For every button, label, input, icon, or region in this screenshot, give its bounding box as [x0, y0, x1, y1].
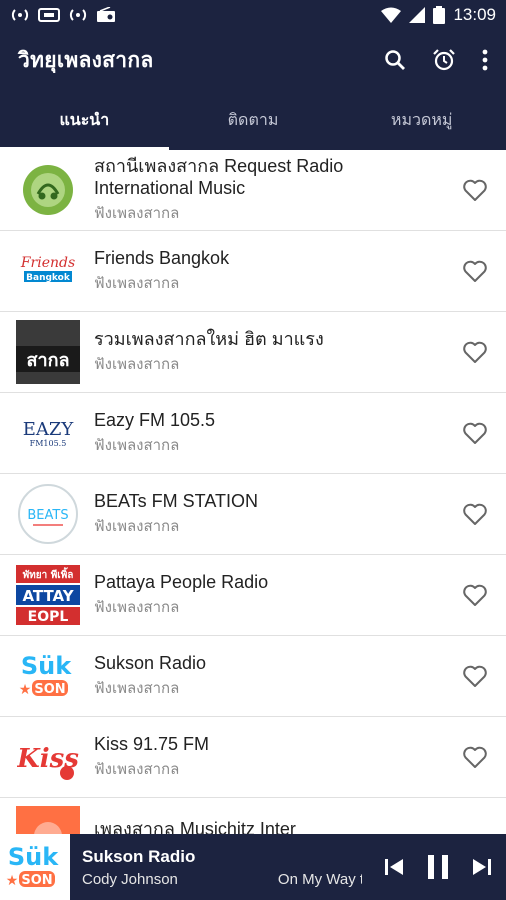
wifi-icon — [381, 7, 402, 23]
radio-device-icon — [97, 7, 115, 22]
player-artwork: Sük SON ★ — [0, 834, 70, 900]
svg-text:สากล: สากล — [26, 350, 69, 371]
station-row[interactable]: สถานีเพลงสากล Request Radio Internationa… — [0, 150, 506, 231]
radio-waves-icon — [11, 9, 29, 21]
previous-button[interactable] — [384, 857, 404, 877]
station-category: ฟังเพลงสากล — [94, 437, 180, 454]
favorite-button[interactable] — [462, 421, 488, 445]
heart-outline-icon — [463, 179, 487, 201]
heart-outline-icon — [463, 341, 487, 363]
station-row[interactable]: เพลงสากล Musichitz Inter — [0, 798, 506, 834]
svg-text:ATTAY: ATTAY — [22, 587, 74, 605]
station-name: รวมเพลงสากลใหม่ ฮิต มาแรง — [94, 329, 324, 349]
app-bar: วิทยุเพลงสากล — [0, 30, 506, 90]
status-time: 13:09 — [453, 5, 496, 24]
station-row[interactable]: พัทยา พีเพิ้ล ATTAY EOPL Pattaya People … — [0, 555, 506, 636]
station-row[interactable]: Sük SON ★ Sukson Radio ฟังเพลงสากล — [0, 636, 506, 717]
svg-text:EAZY: EAZY — [23, 419, 75, 440]
svg-text:BEATS: BEATS — [27, 508, 68, 523]
svg-text:★: ★ — [19, 682, 32, 698]
svg-text:Friends: Friends — [20, 255, 75, 271]
station-row[interactable]: Kiss Kiss 91.75 FM ฟังเพลงสากล — [0, 717, 506, 798]
heart-outline-icon — [463, 746, 487, 768]
heart-outline-icon — [463, 260, 487, 282]
pattaya-people-logo: พัทยา พีเพิ้ล ATTAY EOPL — [16, 563, 80, 627]
player-song: On My Way to — [277, 870, 362, 888]
signal-icon — [409, 7, 426, 23]
kiss-logo: Kiss — [16, 725, 80, 789]
svg-text:FM105.5: FM105.5 — [30, 439, 67, 448]
svg-text:Sük: Sük — [8, 843, 59, 871]
svg-text:SON: SON — [21, 873, 52, 888]
eazy-fm-logo: EAZY FM105.5 — [16, 401, 80, 465]
favorite-button[interactable] — [462, 259, 488, 283]
station-category: ฟังเพลงสากล — [94, 275, 180, 292]
favorite-button[interactable] — [462, 340, 488, 364]
favorite-button[interactable] — [462, 502, 488, 526]
favorite-button[interactable] — [462, 745, 488, 769]
heart-outline-icon — [463, 503, 487, 525]
heart-outline-icon — [463, 584, 487, 606]
search-button[interactable] — [384, 49, 406, 71]
station-row[interactable]: BEATS BEATs FM STATION ฟังเพลงสากล — [0, 474, 506, 555]
svg-text:SON: SON — [34, 682, 65, 697]
heart-outline-icon — [463, 422, 487, 444]
alarm-button[interactable] — [432, 48, 456, 72]
station-list: สถานีเพลงสากล Request Radio Internationa… — [0, 150, 506, 834]
beats-logo: BEATS — [16, 482, 80, 546]
alarm-clock-icon — [433, 49, 455, 71]
battery-icon — [433, 6, 446, 24]
hd-icon — [38, 8, 60, 22]
favorite-button[interactable] — [462, 178, 488, 202]
player-artist: Cody Johnson — [82, 870, 178, 888]
tab-recommended[interactable]: แนะนำ — [0, 90, 169, 150]
heart-outline-icon — [463, 665, 487, 687]
more-options-button[interactable] — [482, 49, 488, 71]
svg-text:★: ★ — [6, 873, 19, 889]
svg-text:Bangkok: Bangkok — [26, 273, 71, 283]
page-title: วิทยุเพลงสากล — [18, 48, 154, 72]
tab-following[interactable]: ติดตาม — [169, 90, 338, 150]
request-radio-logo — [16, 158, 80, 222]
musichitz-logo — [16, 806, 80, 834]
station-row[interactable]: Friends Bangkok Friends Bangkok ฟังเพลงส… — [0, 231, 506, 312]
favorite-button[interactable] — [462, 664, 488, 688]
favorite-button[interactable] — [462, 583, 488, 607]
radio-waves-icon — [69, 9, 87, 21]
station-row[interactable]: สากล รวมเพลงสากลใหม่ ฮิต มาแรง ฟังเพลงสา… — [0, 312, 506, 393]
svg-text:EOPL: EOPL — [28, 609, 69, 625]
friends-bangkok-logo: Friends Bangkok — [16, 239, 80, 303]
station-category: ฟังเพลงสากล — [94, 518, 180, 535]
station-category: ฟังเพลงสากล — [94, 680, 180, 697]
svg-text:Sük: Sük — [21, 652, 72, 680]
tab-categories[interactable]: หมวดหมู่ — [337, 90, 506, 150]
station-name: Kiss 91.75 FM — [94, 734, 210, 754]
svg-text:พัทยา พีเพิ้ล: พัทยา พีเพิ้ล — [23, 567, 74, 581]
skip-previous-icon — [385, 859, 403, 875]
station-name: สถานีเพลงสากล Request Radio Internationa… — [94, 156, 344, 198]
station-name: เพลงสากล Musichitz Inter — [94, 819, 296, 834]
player-station-name: Sukson Radio — [82, 846, 196, 866]
mini-player[interactable]: Sük SON ★ Sukson Radio Cody Johnson On M… — [0, 834, 506, 900]
pause-button[interactable] — [426, 854, 450, 880]
status-bar: 13:09 — [0, 0, 506, 30]
station-category: ฟังเพลงสากล — [94, 205, 180, 222]
station-name: Eazy FM 105.5 — [94, 410, 216, 430]
station-category: ฟังเพลงสากล — [94, 599, 180, 616]
station-name: Friends Bangkok — [94, 248, 230, 268]
next-button[interactable] — [472, 857, 492, 877]
skip-next-icon — [473, 859, 491, 875]
more-vert-icon — [482, 49, 488, 71]
station-name: Sukson Radio — [94, 653, 207, 673]
station-category: ฟังเพลงสากล — [94, 761, 180, 778]
sakol-logo: สากล — [16, 320, 80, 384]
station-name: Pattaya People Radio — [94, 572, 269, 592]
pause-icon — [428, 855, 448, 879]
search-icon — [385, 50, 405, 70]
tab-bar: แนะนำ ติดตาม หมวดหมู่ — [0, 90, 506, 150]
station-category: ฟังเพลงสากล — [94, 356, 180, 373]
sukson-logo: Sük SON ★ — [16, 644, 80, 708]
station-row[interactable]: EAZY FM105.5 Eazy FM 105.5 ฟังเพลงสากล — [0, 393, 506, 474]
station-name: BEATs FM STATION — [94, 491, 259, 511]
